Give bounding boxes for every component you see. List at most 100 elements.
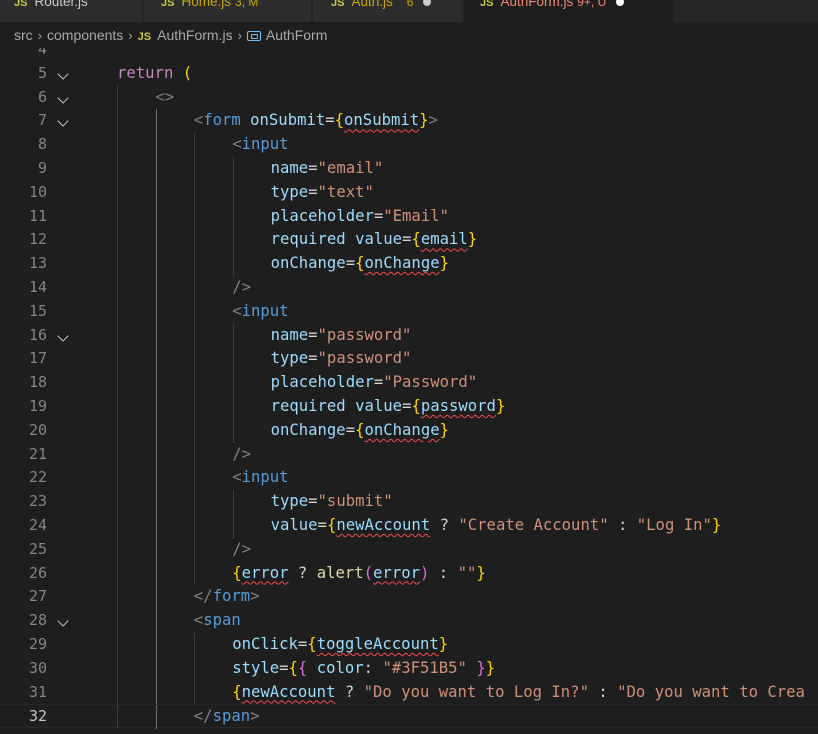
fold-chevron-icon[interactable] <box>57 68 69 80</box>
unsaved-dot-icon[interactable] <box>616 0 625 7</box>
code-text[interactable]: {newAccount ? "Do you want to Log In?" :… <box>232 681 805 705</box>
breadcrumb-folder-src[interactable]: src <box>14 27 33 43</box>
code-text[interactable]: </span> <box>194 705 260 729</box>
code-text[interactable]: <input <box>232 300 288 324</box>
indent-guide <box>117 395 119 419</box>
code-text[interactable]: /> <box>232 538 251 562</box>
line-number: 6 <box>37 87 47 106</box>
code-line[interactable]: 13 onChange={onChange} <box>0 252 818 276</box>
indent-guide <box>117 514 119 538</box>
code-line[interactable]: 21 /> <box>0 442 818 467</box>
code-text[interactable]: <input <box>232 133 288 157</box>
tab-label: Router.js <box>34 0 88 9</box>
code-text[interactable]: type="password" <box>271 347 412 371</box>
code-line[interactable]: 19 required value={password} <box>0 395 818 419</box>
code-line[interactable]: 6 <> <box>0 85 818 110</box>
code-text[interactable]: name="email" <box>271 157 384 181</box>
code-text[interactable]: value={newAccount ? "Create Account" : "… <box>271 514 722 538</box>
line-number: 18 <box>28 373 47 392</box>
code-text[interactable]: required value={email} <box>271 228 478 252</box>
tab-problem-badge: 6 <box>406 0 414 9</box>
code-line[interactable]: 10 type="text" <box>0 180 818 205</box>
code-line[interactable]: 28 <span <box>0 609 818 633</box>
code-text[interactable]: required value={password} <box>271 395 506 419</box>
code-text[interactable]: name="password" <box>271 324 412 348</box>
breadcrumb-file[interactable]: AuthForm.js <box>157 27 232 43</box>
indent-guide <box>155 442 157 467</box>
code-text[interactable]: placeholder="Password" <box>271 371 478 395</box>
indent-guide <box>155 323 157 348</box>
code-line[interactable]: 24 value={newAccount ? "Create Account" :… <box>0 514 818 538</box>
code-line[interactable]: 14 /> <box>0 276 818 300</box>
tab-auth-js[interactable]: JS Auth.js 6 <box>313 0 463 22</box>
line-number: 19 <box>28 397 47 415</box>
line-number: 21 <box>28 444 47 463</box>
indent-guide <box>117 680 119 705</box>
code-line[interactable]: 12 required value={email} <box>0 228 818 253</box>
code-line[interactable]: 5 return ( <box>0 62 818 86</box>
code-line[interactable]: 16 name="password" <box>0 323 818 348</box>
indent-guide <box>117 252 119 276</box>
tab-problem-badge: 9+, U <box>577 0 607 9</box>
code-text[interactable]: <input <box>232 466 288 490</box>
indent-guide <box>117 633 119 657</box>
code-line[interactable]: 32 </span> <box>0 704 818 730</box>
line-number: 29 <box>28 635 47 653</box>
code-line[interactable]: 4 <box>0 48 818 62</box>
code-text[interactable]: </form> <box>194 585 260 609</box>
code-text[interactable]: <span <box>194 609 241 633</box>
code-text[interactable]: return ( <box>117 62 192 86</box>
tab-router-js[interactable]: JS Router.js <box>0 0 143 22</box>
code-line[interactable]: 9 name="email" <box>0 157 818 181</box>
unsaved-dot-icon[interactable] <box>423 0 432 7</box>
indent-guide <box>194 133 196 157</box>
breadcrumb-folder-components[interactable]: components <box>47 27 123 43</box>
code-text[interactable]: <> <box>155 86 174 110</box>
code-text[interactable]: <form onSubmit={onSubmit}> <box>194 109 438 133</box>
code-line[interactable]: 29 onClick={toggleAccount} <box>0 633 818 657</box>
code-line[interactable]: 31 {newAccount ? "Do you want to Log In?"… <box>0 680 818 705</box>
code-line[interactable]: 25 /> <box>0 537 818 562</box>
code-line[interactable]: 22 <input <box>0 466 818 491</box>
line-number: 28 <box>28 611 47 630</box>
code-text[interactable]: onChange={onChange} <box>271 252 449 276</box>
indent-guide <box>194 323 196 348</box>
code-editor[interactable]: 4 5 return (6 <> 7 <form onSubmit={onSubmit}>… <box>0 48 818 734</box>
indent-guide <box>232 418 234 443</box>
code-line[interactable]: 30 style={{ color: "#3F51B5" }} <box>0 656 818 681</box>
code-line[interactable]: 20 onChange={onChange} <box>0 418 818 443</box>
chevron-right-icon: › <box>237 28 242 43</box>
code-text[interactable]: type="text" <box>271 181 374 205</box>
indent-guide <box>117 133 119 157</box>
code-line[interactable]: 18 placeholder="Password" <box>0 371 818 395</box>
indent-guide <box>117 85 119 110</box>
code-text[interactable]: /> <box>232 443 251 467</box>
code-text[interactable]: placeholder="Email" <box>271 205 449 229</box>
tab-home-js[interactable]: JS Home.js 3, M <box>144 0 312 22</box>
code-text[interactable]: style={{ color: "#3F51B5" }} <box>232 657 495 681</box>
fold-chevron-icon[interactable] <box>57 115 69 128</box>
code-line[interactable]: 7 <form onSubmit={onSubmit}> <box>0 109 818 134</box>
code-text[interactable]: type="submit" <box>271 490 393 514</box>
fold-chevron-icon[interactable] <box>57 91 69 104</box>
code-text[interactable]: {error ? alert(error) : ""} <box>232 562 486 586</box>
line-number: 7 <box>37 111 47 130</box>
line-number: 15 <box>28 301 47 320</box>
code-text[interactable]: onClick={toggleAccount} <box>232 633 448 657</box>
indent-guide <box>194 157 196 181</box>
code-line[interactable]: 26 {error ? alert(error) : ""} <box>0 561 818 586</box>
code-text[interactable]: onChange={onChange} <box>271 419 449 443</box>
code-text[interactable]: /> <box>232 276 251 300</box>
code-line[interactable]: 23 type="submit" <box>0 490 818 514</box>
javascript-file-icon: JS <box>137 31 152 43</box>
fold-chevron-icon[interactable] <box>57 615 69 627</box>
tab-authform-js[interactable]: JS AuthForm.js 9+, U <box>464 0 674 22</box>
code-line[interactable]: 27 </form> <box>0 585 818 610</box>
indent-guide <box>117 585 119 610</box>
fold-chevron-icon[interactable] <box>57 329 69 342</box>
breadcrumb-symbol[interactable]: AuthForm <box>266 27 327 43</box>
code-line[interactable]: 15 <input <box>0 299 818 324</box>
code-line[interactable]: 8 <input <box>0 133 818 157</box>
code-line[interactable]: 17 type="password" <box>0 347 818 372</box>
code-line[interactable]: 11 placeholder="Email" <box>0 204 818 229</box>
